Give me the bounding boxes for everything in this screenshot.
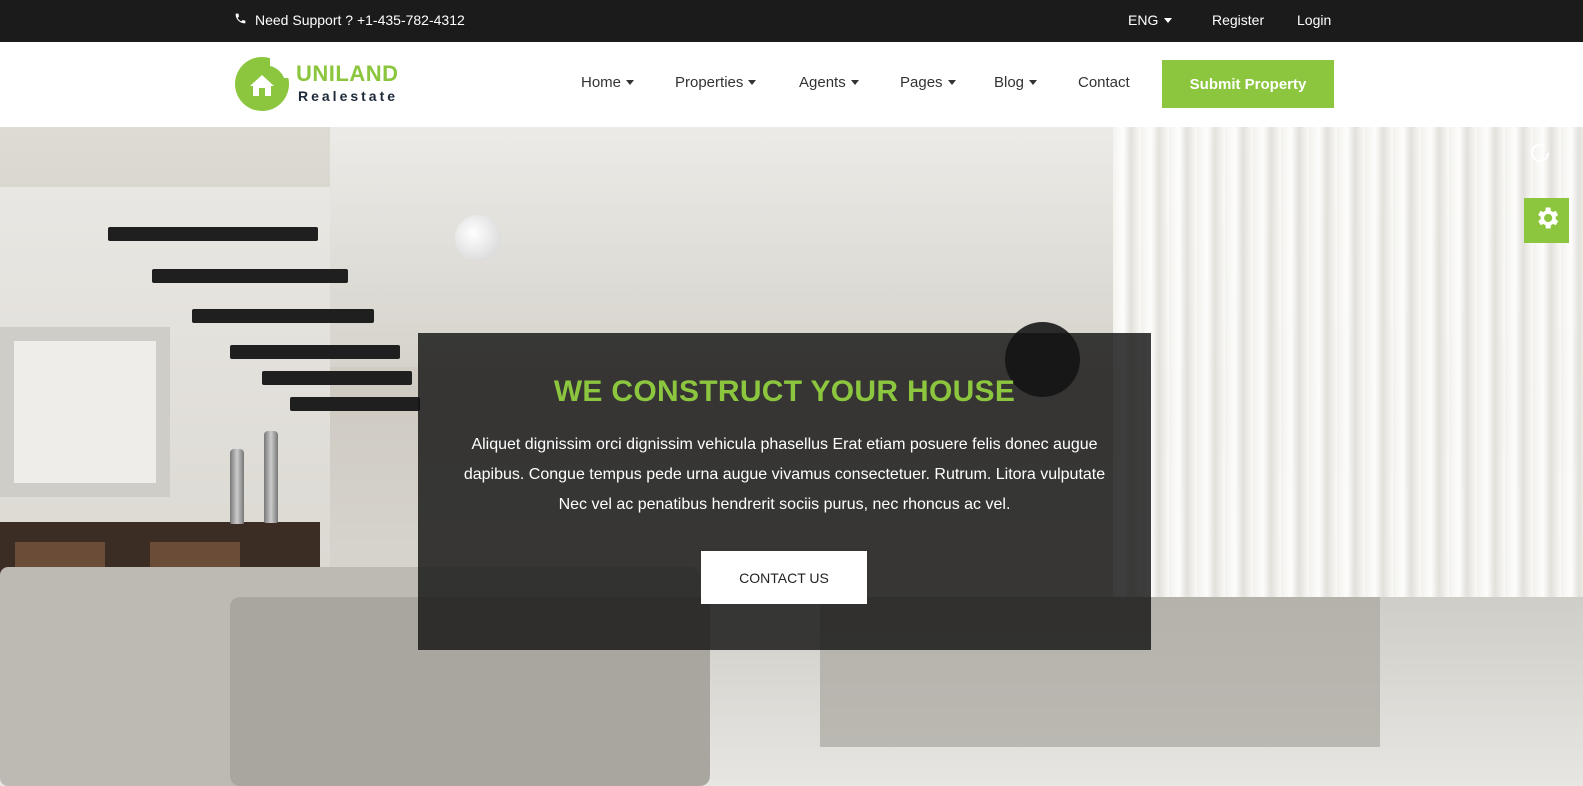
nav-item-label: Blog [994, 74, 1025, 91]
chevron-down-icon [748, 80, 757, 85]
nav-item-contact[interactable]: Contact [1078, 74, 1130, 91]
nav-item-label: Agents [799, 74, 846, 91]
nav-item-label: Home [581, 74, 622, 91]
chevron-down-icon [947, 80, 956, 85]
nav-item-blog[interactable]: Blog [994, 74, 1038, 91]
nav-item-label: Contact [1078, 74, 1130, 91]
hero-stair [192, 309, 374, 323]
language-label: ENG [1128, 12, 1159, 28]
nav-item-label: Pages [900, 74, 943, 91]
hero-stair [262, 371, 412, 385]
settings-button[interactable] [1524, 198, 1569, 243]
register-link[interactable]: Register [1212, 12, 1264, 28]
hero-mirror [0, 327, 170, 497]
login-link[interactable]: Login [1297, 12, 1331, 28]
nav-item-label: Properties [675, 74, 744, 91]
hero-overlay: WE CONSTRUCT YOUR HOUSE Aliquet dignissi… [418, 333, 1151, 650]
support-contact[interactable]: Need Support ? +1-435-782-4312 [234, 12, 465, 28]
nav-item-home[interactable]: Home [581, 74, 635, 91]
language-selector[interactable]: ENG [1128, 12, 1173, 28]
nav-item-agents[interactable]: Agents [799, 74, 859, 91]
hero-description: Aliquet dignissim orci dignissim vehicul… [463, 436, 1106, 513]
submit-property-button[interactable]: Submit Property [1162, 60, 1334, 108]
contact-us-button[interactable]: CONTACT US [701, 551, 867, 604]
hero-stair [152, 269, 348, 283]
main-nav: Home Properties Agents Pages Blog Contac… [0, 74, 1583, 94]
hero-stair [290, 397, 420, 411]
support-text: Need Support ? +1-435-782-4312 [255, 12, 465, 28]
hero-vase [230, 449, 244, 524]
chevron-down-icon [850, 80, 859, 85]
hero-title: WE CONSTRUCT YOUR HOUSE [553, 375, 1016, 408]
chevron-down-icon [626, 80, 635, 85]
phone-icon [234, 12, 247, 28]
gear-icon [1533, 204, 1561, 237]
hero-stair [108, 227, 318, 241]
top-bar: Need Support ? +1-435-782-4312 ENG Regis… [0, 0, 1583, 42]
chevron-down-icon [1029, 80, 1038, 85]
hero-vase [264, 431, 278, 523]
nav-item-pages[interactable]: Pages [900, 74, 956, 91]
main-header: UNILAND Realestate Home Properties Agent… [0, 42, 1583, 127]
hero-banner: WE CONSTRUCT YOUR HOUSE Aliquet dignissi… [0, 127, 1583, 786]
reload-icon[interactable] [1528, 141, 1552, 165]
hero-stair [230, 345, 400, 359]
nav-item-properties[interactable]: Properties [675, 74, 757, 91]
hero-pendant-lamp [455, 215, 501, 261]
chevron-down-icon [1164, 17, 1173, 23]
